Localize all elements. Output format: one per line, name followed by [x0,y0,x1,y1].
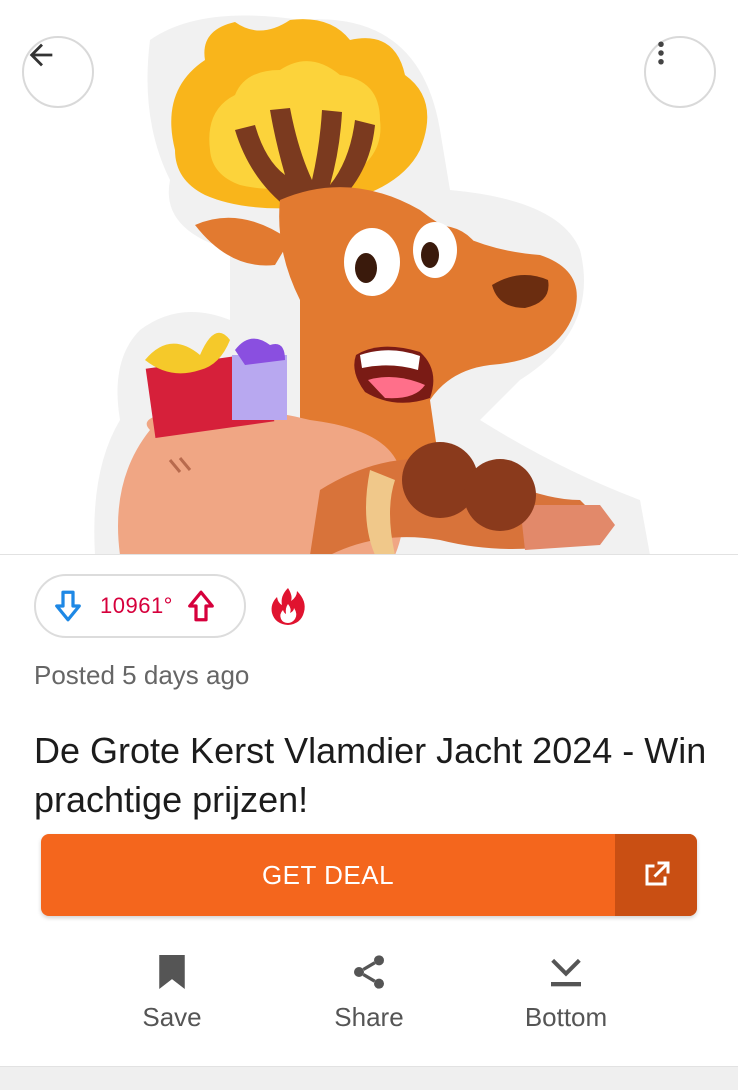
save-button[interactable]: Save [92,952,252,1033]
deal-detail-page: 10961° Posted 5 days ago De Grote Kerst … [0,0,738,1090]
share-label: Share [334,1002,404,1032]
save-label: Save [142,1002,202,1032]
get-deal-button[interactable]: GET DEAL [41,834,697,916]
reindeer-illustration [94,15,650,554]
bookmark-icon [159,955,185,989]
bottom-label: Bottom [524,1002,608,1032]
deal-image [0,0,738,555]
temperature-value: 10961° [100,593,173,618]
chevron-down-bar-icon [551,958,581,987]
share-button[interactable]: Share [289,952,449,1033]
get-deal-label: GET DEAL [261,859,395,890]
scroll-bottom-button[interactable]: Bottom [486,952,646,1033]
flame-icon [271,588,305,625]
more-options-button[interactable] [644,36,716,108]
arrow-up-outline-icon [188,590,214,622]
share-icon [354,955,384,989]
action-bar: Save Share Bottom [0,952,738,1052]
vote-box: 10961° [34,574,246,638]
deal-title: De Grote Kerst Vlamdier Jacht 2024 - Win… [34,730,707,820]
vote-down-button[interactable] [52,586,84,626]
more-vertical-icon [658,41,664,65]
posted-time: Posted 5 days ago [34,660,250,690]
external-link-icon [645,861,670,886]
arrow-down-outline-icon [55,590,81,622]
vote-up-button[interactable] [185,586,217,626]
open-link-button[interactable] [615,834,697,916]
back-button[interactable] [22,36,94,108]
arrow-left-icon [29,43,53,67]
bottom-divider [0,1066,738,1090]
